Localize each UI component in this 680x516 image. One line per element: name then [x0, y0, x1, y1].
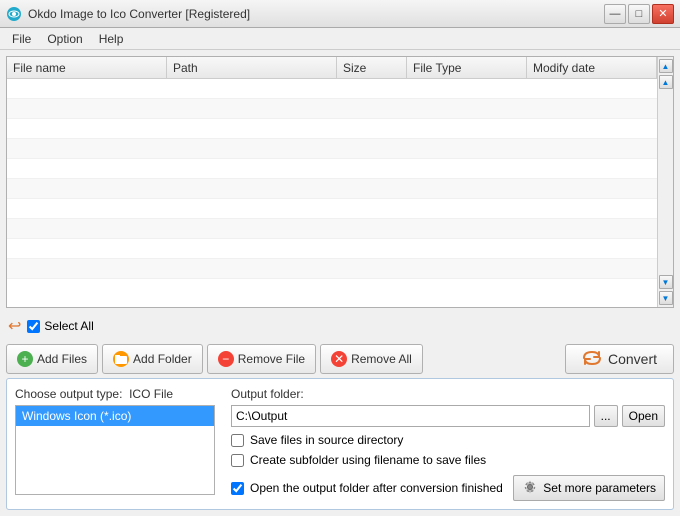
- select-all-label: Select All: [44, 319, 93, 333]
- bottom-panel: Choose output type: ICO File Windows Ico…: [6, 378, 674, 510]
- table-body: [7, 79, 657, 307]
- add-files-label: Add Files: [37, 352, 87, 366]
- file-table: File name Path Size File Type Modify dat…: [7, 57, 657, 307]
- save-source-label: Save files in source directory: [250, 433, 403, 447]
- add-files-icon: +: [17, 351, 33, 367]
- col-size: Size: [337, 57, 407, 78]
- menu-bar: File Option Help: [0, 28, 680, 50]
- table-row: [7, 259, 657, 279]
- col-path: Path: [167, 57, 337, 78]
- maximize-button[interactable]: □: [628, 4, 650, 24]
- window-title: Okdo Image to Ico Converter [Registered]: [28, 7, 250, 21]
- table-row: [7, 179, 657, 199]
- remove-file-icon: −: [218, 351, 234, 367]
- menu-help[interactable]: Help: [91, 30, 132, 48]
- main-content: File name Path Size File Type Modify dat…: [0, 50, 680, 516]
- add-files-button[interactable]: + Add Files: [6, 344, 98, 374]
- remove-all-label: Remove All: [351, 352, 412, 366]
- minimize-button[interactable]: —: [604, 4, 626, 24]
- params-row: Open the output folder after conversion …: [231, 475, 665, 501]
- col-modifydate: Modify date: [527, 57, 657, 78]
- add-folder-button[interactable]: Add Folder: [102, 344, 203, 374]
- select-all-row: ↩ Select All: [6, 312, 674, 340]
- output-folder-label: Output folder:: [231, 387, 665, 401]
- title-bar: Okdo Image to Ico Converter [Registered]…: [0, 0, 680, 28]
- select-all-arrow-icon: ↩: [8, 316, 21, 336]
- remove-all-button[interactable]: ✕ Remove All: [320, 344, 423, 374]
- table-header: File name Path Size File Type Modify dat…: [7, 57, 657, 79]
- output-type-item-ico[interactable]: Windows Icon (*.ico): [16, 406, 214, 426]
- open-output-checkbox-row: Open the output folder after conversion …: [231, 481, 503, 495]
- set-more-params-button[interactable]: Set more parameters: [513, 475, 665, 501]
- col-filename: File name: [7, 57, 167, 78]
- remove-file-button[interactable]: − Remove File: [207, 344, 316, 374]
- scroll-top-button[interactable]: ▲: [659, 59, 673, 73]
- open-button[interactable]: Open: [622, 405, 665, 427]
- gear-icon: [522, 479, 538, 498]
- window-controls: — □ ✕: [604, 4, 674, 24]
- table-row: [7, 199, 657, 219]
- open-output-checkbox[interactable]: [231, 482, 244, 495]
- table-row: [7, 99, 657, 119]
- btn-toolbar: + Add Files Add Folder − Remove File ✕ R…: [6, 344, 674, 374]
- scroll-up-button[interactable]: ▲: [659, 75, 673, 89]
- table-row: [7, 219, 657, 239]
- output-folder-input[interactable]: [231, 405, 590, 427]
- scroll-down-button[interactable]: ▼: [659, 275, 673, 289]
- output-type-value: ICO File: [129, 387, 173, 401]
- output-type-list[interactable]: Windows Icon (*.ico): [15, 405, 215, 495]
- menu-file[interactable]: File: [4, 30, 39, 48]
- output-folder-input-row: ... Open: [231, 405, 665, 427]
- menu-option[interactable]: Option: [39, 30, 90, 48]
- table-row: [7, 139, 657, 159]
- convert-icon: [582, 349, 602, 370]
- table-row: [7, 119, 657, 139]
- create-subfolder-checkbox[interactable]: [231, 454, 244, 467]
- table-row: [7, 79, 657, 99]
- right-panel: Output folder: ... Open Save files in so…: [231, 387, 665, 501]
- convert-button[interactable]: Convert: [565, 344, 674, 374]
- remove-file-label: Remove File: [238, 352, 305, 366]
- save-source-checkbox[interactable]: [231, 434, 244, 447]
- table-row: [7, 239, 657, 259]
- create-subfolder-checkbox-row: Create subfolder using filename to save …: [231, 453, 665, 467]
- add-folder-label: Add Folder: [133, 352, 192, 366]
- convert-label: Convert: [608, 351, 657, 367]
- output-folder-row: Output folder: ... Open: [231, 387, 665, 427]
- app-icon: [6, 6, 22, 22]
- file-list-container: File name Path Size File Type Modify dat…: [6, 56, 674, 308]
- create-subfolder-label: Create subfolder using filename to save …: [250, 453, 486, 467]
- save-source-checkbox-row: Save files in source directory: [231, 433, 665, 447]
- output-type-panel: Choose output type: ICO File Windows Ico…: [15, 387, 215, 501]
- browse-button[interactable]: ...: [594, 405, 618, 427]
- select-all-checkbox[interactable]: [27, 320, 40, 333]
- col-filetype: File Type: [407, 57, 527, 78]
- close-button[interactable]: ✕: [652, 4, 674, 24]
- table-row: [7, 159, 657, 179]
- scrollbar: ▲ ▲ ▼ ▼: [657, 57, 673, 307]
- scroll-bottom-button[interactable]: ▼: [659, 291, 673, 305]
- add-folder-icon: [113, 351, 129, 367]
- set-more-params-label: Set more parameters: [543, 481, 656, 495]
- select-all-checkbox-label[interactable]: Select All: [27, 319, 93, 333]
- output-type-label: Choose output type: ICO File: [15, 387, 215, 401]
- remove-all-icon: ✕: [331, 351, 347, 367]
- open-output-label: Open the output folder after conversion …: [250, 481, 503, 495]
